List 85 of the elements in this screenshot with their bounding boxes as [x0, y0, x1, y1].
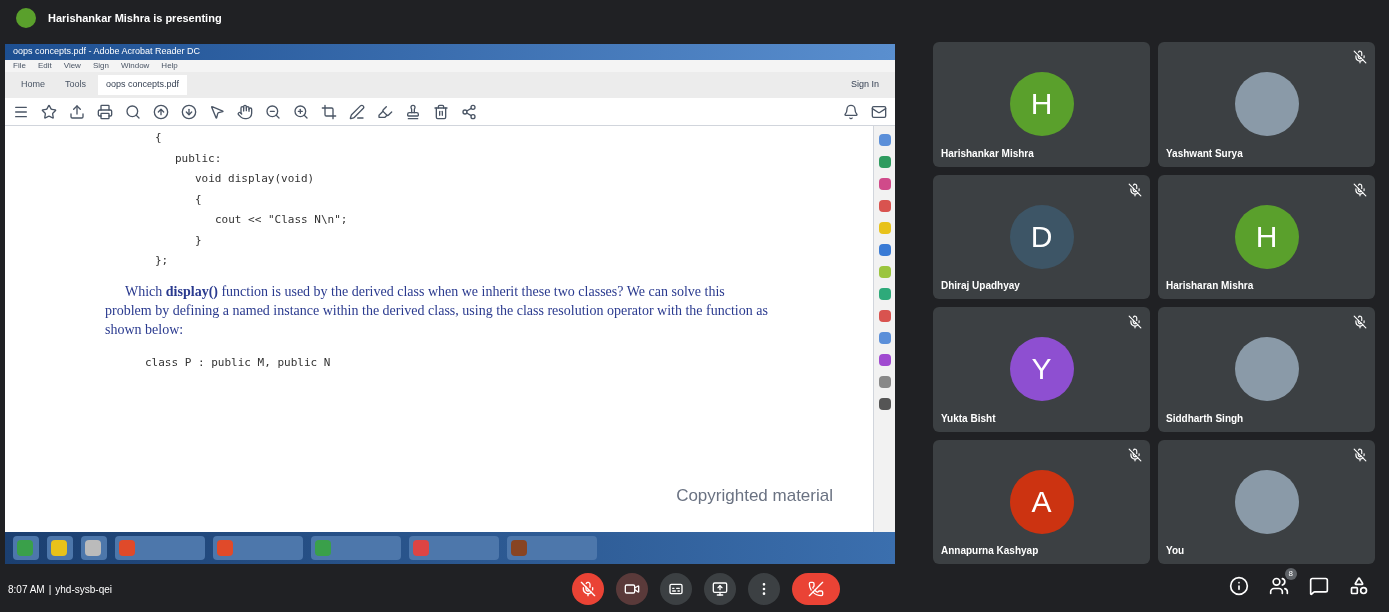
- separator: |: [48, 582, 52, 597]
- participant-name: You: [1166, 544, 1185, 558]
- phone-icon: [808, 581, 824, 597]
- tool-icon[interactable]: [878, 134, 891, 146]
- toolbar-icon[interactable]: [377, 103, 393, 120]
- people-count-badge: 8: [1284, 568, 1297, 580]
- toolbar-icon[interactable]: [237, 103, 253, 120]
- toolbar-icon[interactable]: [41, 103, 57, 120]
- tab[interactable]: oops concepts.pdf: [98, 75, 188, 95]
- tab[interactable]: Tools: [57, 75, 95, 95]
- tool-icon[interactable]: [878, 332, 891, 344]
- taskbar-app[interactable]: [47, 536, 73, 560]
- menu-item[interactable]: File: [13, 60, 26, 72]
- toolbar-icon[interactable]: [153, 103, 169, 120]
- participant-name: Annapurna Kashyap: [941, 544, 1039, 558]
- participant-name: Dhiraj Upadhyay: [941, 279, 1020, 293]
- toolbar-icon[interactable]: [433, 103, 449, 120]
- participant-name: Siddharth Singh: [1166, 411, 1244, 426]
- tool-icon[interactable]: [878, 354, 891, 366]
- window-title: oops concepts.pdf - Adobe Acrobat Reader DC: [5, 44, 895, 60]
- avatar: H: [1234, 204, 1299, 269]
- captions-button[interactable]: [660, 573, 692, 605]
- taskbar-app[interactable]: [81, 536, 107, 560]
- camera-button[interactable]: [616, 573, 648, 605]
- mail-icon[interactable]: [871, 103, 887, 120]
- present-button[interactable]: [704, 573, 736, 605]
- sign-in-button[interactable]: Sign In: [842, 78, 887, 92]
- menu-item[interactable]: View: [63, 60, 81, 72]
- bell-icon[interactable]: [843, 103, 859, 120]
- tool-icon[interactable]: [878, 200, 891, 212]
- tool-icon[interactable]: [878, 376, 891, 388]
- toolbar-icon[interactable]: [461, 103, 477, 120]
- presenter-icon: [16, 8, 36, 28]
- meeting-time: 8:07 AM: [8, 582, 45, 597]
- toolbar-icon[interactable]: [181, 103, 197, 120]
- activities-icon[interactable]: [1349, 576, 1369, 596]
- toolbar-icon[interactable]: [69, 103, 85, 120]
- code-line: public:: [175, 150, 223, 167]
- participant-name: Harishankar Mishra: [941, 146, 1034, 161]
- participant-name: Harisharan Mishra: [1166, 279, 1254, 293]
- tool-icon[interactable]: [878, 398, 891, 410]
- toolbar-icon[interactable]: [349, 103, 365, 120]
- toolbar-icon[interactable]: [405, 103, 421, 120]
- avatar: D: [1009, 204, 1074, 269]
- chat-icon[interactable]: [1309, 576, 1329, 596]
- paragraph: Which display() function is used by the derived class when we inherit these two classes? We can solve this problem by defining a named instance within the derived class, using the class resolution operator with the function as shown below:: [105, 282, 769, 339]
- code-line: {: [195, 191, 203, 208]
- code-line: void display(void): [195, 171, 316, 187]
- toolbar-icon[interactable]: [265, 103, 281, 120]
- tool-icon[interactable]: [878, 244, 891, 256]
- page-mark: Copyrighted material: [676, 484, 833, 507]
- avatar: Y: [1009, 337, 1074, 402]
- code-line: {: [155, 130, 163, 146]
- avatar: H: [1009, 72, 1074, 137]
- info-icon[interactable]: [1229, 576, 1249, 596]
- code-line: }: [195, 232, 203, 249]
- captions-icon: [668, 581, 684, 597]
- camera-icon: [624, 581, 640, 597]
- tab[interactable]: Home: [13, 75, 53, 95]
- toolbar-icon[interactable]: [321, 103, 337, 120]
- mic-button[interactable]: [572, 573, 604, 605]
- code-line: class P : public M, public N: [144, 354, 332, 371]
- toolbar-icon[interactable]: [125, 103, 141, 120]
- menu-item[interactable]: Edit: [37, 60, 52, 72]
- menu-item[interactable]: Sign: [92, 60, 109, 72]
- tool-icon[interactable]: [878, 310, 891, 322]
- code-line: cout << "Class N\n";: [215, 212, 349, 228]
- meeting-code: yhd-sysb-qei: [55, 582, 112, 597]
- present-icon: [712, 581, 728, 597]
- end-call-button[interactable]: [792, 573, 840, 605]
- toolbar-icon[interactable]: [293, 103, 309, 120]
- participant-name: Yukta Bisht: [941, 411, 996, 426]
- participant-name: Yashwant Surya: [1166, 146, 1243, 161]
- people-icon[interactable]: [1269, 576, 1289, 596]
- tool-icon[interactable]: [878, 178, 891, 190]
- presenting-label: Harishankar Mishra is presenting: [48, 10, 222, 26]
- more-button[interactable]: [748, 573, 780, 605]
- code-line: };: [155, 253, 170, 269]
- toolbar-icon[interactable]: [209, 103, 225, 120]
- toolbar-icon[interactable]: [97, 103, 113, 120]
- mic-off-icon: [580, 581, 596, 597]
- avatar: A: [1009, 469, 1074, 534]
- menu-item[interactable]: Window: [120, 60, 150, 72]
- tool-icon[interactable]: [878, 156, 891, 168]
- menu-item[interactable]: Help: [161, 60, 178, 72]
